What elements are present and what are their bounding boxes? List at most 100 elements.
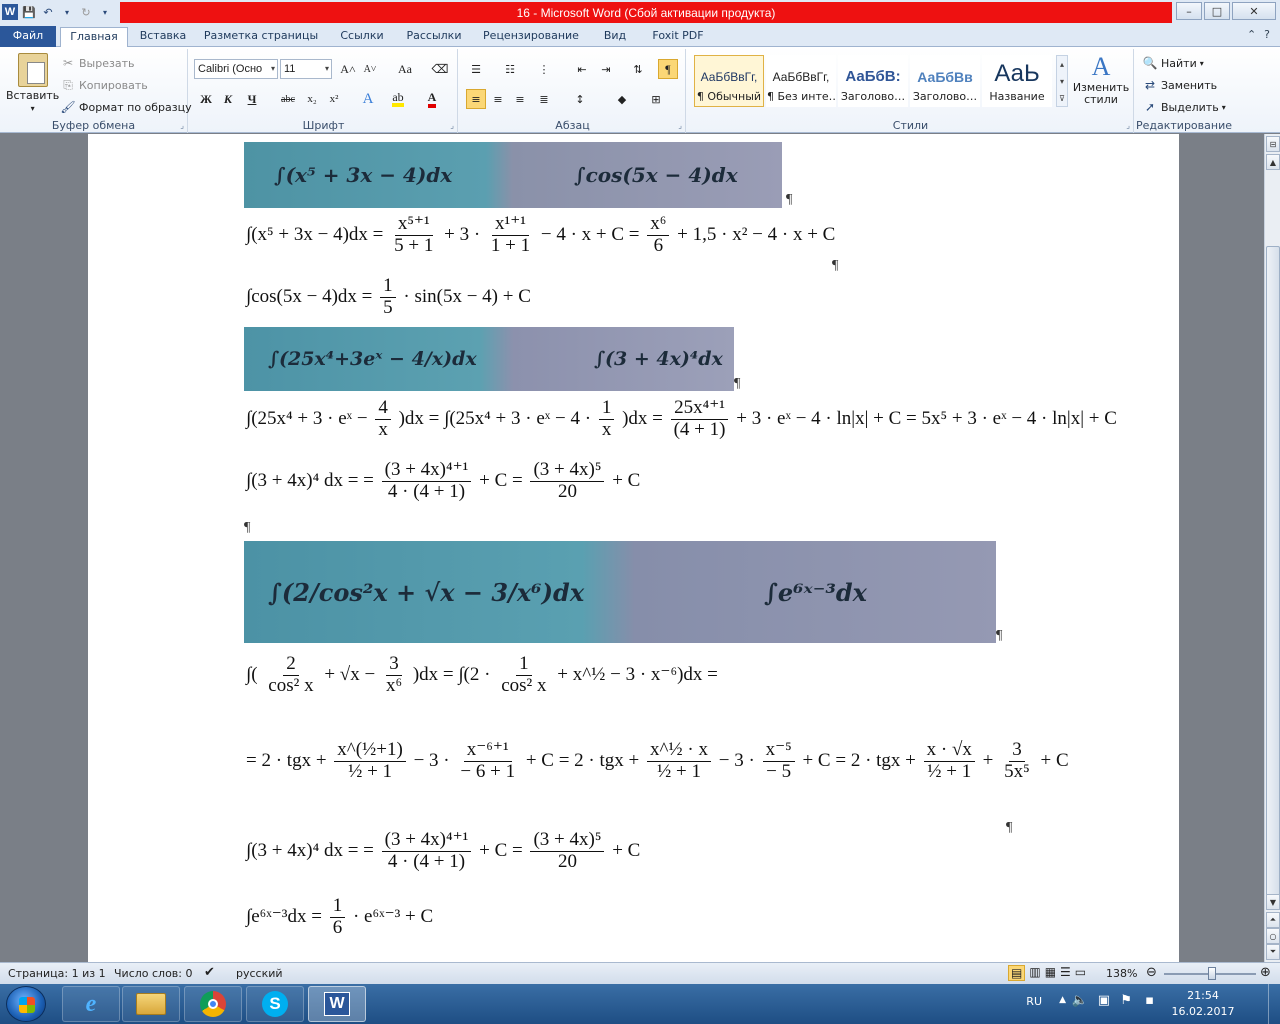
previous-page-icon[interactable]: ⏶ xyxy=(1266,912,1280,928)
scroll-thumb[interactable] xyxy=(1266,246,1280,896)
dialog-launcher-icon[interactable]: ⌟ xyxy=(180,121,184,130)
tab-file[interactable]: Файл xyxy=(0,26,56,47)
borders-icon[interactable]: ⊞ xyxy=(646,89,666,109)
change-styles-button[interactable]: A Изменить стили xyxy=(1072,53,1130,106)
network-icon[interactable]: ▣ xyxy=(1098,993,1110,1008)
bold-button[interactable]: Ж xyxy=(196,89,216,109)
justify-icon[interactable]: ≣ xyxy=(534,89,554,109)
minimize-button[interactable]: – xyxy=(1176,2,1202,20)
tab-mailings[interactable]: Рассылки xyxy=(400,27,468,47)
show-desktop-button[interactable] xyxy=(1268,984,1280,1024)
change-case-button[interactable]: Aa xyxy=(392,59,418,79)
spellcheck-icon[interactable]: ✔ xyxy=(204,965,215,980)
vertical-scrollbar[interactable]: ⊟ ▲ ▼ ⏶ ○ ⏷ xyxy=(1264,134,1280,962)
tab-foxit-pdf[interactable]: Foxit PDF xyxy=(646,27,710,47)
tab-insert[interactable]: Вставка xyxy=(132,27,194,47)
show-formatting-button[interactable]: ¶ xyxy=(658,59,678,79)
format-painter-button[interactable]: 🖌 Формат по образцу xyxy=(60,99,191,115)
full-screen-reading-icon[interactable]: ▥ xyxy=(1029,965,1040,981)
ruler-toggle-icon[interactable]: ⊟ xyxy=(1266,136,1280,152)
shading-icon[interactable]: ◆ xyxy=(612,89,632,109)
copy-button[interactable]: ⎘ Копировать xyxy=(60,77,148,93)
align-left-icon[interactable]: ≡ xyxy=(466,89,486,109)
multilevel-list-icon[interactable]: ⋮ xyxy=(534,59,554,79)
strikethrough-button[interactable]: abc xyxy=(276,89,300,109)
outline-icon[interactable]: ☰ xyxy=(1060,965,1071,981)
increase-indent-icon[interactable]: ⇥ xyxy=(596,59,616,79)
dialog-launcher-icon[interactable]: ⌟ xyxy=(450,121,454,130)
style-heading-2[interactable]: АаБбВв Заголово… xyxy=(910,55,980,107)
taskbar-skype[interactable]: S xyxy=(246,986,304,1022)
clock-time[interactable]: 21:54 xyxy=(1168,989,1238,1002)
dialog-launcher-icon[interactable]: ⌟ xyxy=(1126,121,1130,130)
minimize-ribbon-icon[interactable]: ⌃ xyxy=(1247,28,1256,41)
style-title[interactable]: АаЬ Название xyxy=(982,55,1052,107)
select-button[interactable]: ➚ Выделить ▾ xyxy=(1142,99,1226,115)
line-spacing-icon[interactable]: ↕ xyxy=(570,89,590,109)
style-normal[interactable]: АаБбВвГг, ¶ Обычный xyxy=(694,55,764,107)
style-no-spacing[interactable]: АаБбВвГг, ¶ Без инте… xyxy=(766,55,836,107)
tab-view[interactable]: Вид xyxy=(594,27,636,47)
bullets-icon[interactable]: ☰ xyxy=(466,59,486,79)
text-effects-icon[interactable]: A xyxy=(358,89,378,109)
customize-qat-icon[interactable]: ▾ xyxy=(97,4,113,20)
zoom-slider-thumb[interactable] xyxy=(1208,967,1216,980)
find-button[interactable]: 🔍 Найти ▾ xyxy=(1142,55,1204,71)
undo-icon[interactable]: ↶ xyxy=(40,4,56,20)
word-logo-icon[interactable]: W xyxy=(2,4,18,20)
save-icon[interactable]: 💾 xyxy=(21,4,37,20)
maximize-button[interactable]: □ xyxy=(1204,2,1230,20)
draft-icon[interactable]: ▭ xyxy=(1075,965,1086,981)
tab-home[interactable]: Главная xyxy=(60,27,128,48)
language-indicator[interactable]: русский xyxy=(236,967,283,980)
dropdown-arrow-icon[interactable]: ▾ xyxy=(59,4,75,20)
zoom-level[interactable]: 138% xyxy=(1106,967,1137,980)
device-icon[interactable]: ▪ xyxy=(1145,993,1154,1008)
clear-formatting-icon[interactable]: ⌫ xyxy=(430,59,450,79)
align-center-icon[interactable]: ≡ xyxy=(488,89,508,109)
redo-icon[interactable]: ↻ xyxy=(78,4,94,20)
taskbar-internet-explorer[interactable]: e xyxy=(62,986,120,1022)
document-area[interactable]: ∫(x⁵ + 3x − 4)dx ∫cos(5x − 4)dx ¶ ∫(x⁵ +… xyxy=(0,134,1264,962)
font-color-icon[interactable]: A xyxy=(422,89,442,109)
zoom-in-icon[interactable]: ⊕ xyxy=(1260,965,1271,980)
start-button[interactable] xyxy=(6,986,46,1022)
decrease-indent-icon[interactable]: ⇤ xyxy=(572,59,592,79)
page-count[interactable]: Страница: 1 из 1 xyxy=(8,967,106,980)
volume-icon[interactable]: 🔈 xyxy=(1072,993,1088,1008)
sort-icon[interactable]: ⇅ xyxy=(628,59,648,79)
superscript-button[interactable]: x² xyxy=(324,89,344,109)
font-name-combo[interactable]: Calibri (Осно ▾ xyxy=(194,59,278,79)
tab-references[interactable]: Ссылки xyxy=(330,27,394,47)
taskbar-chrome[interactable] xyxy=(184,986,242,1022)
next-page-icon[interactable]: ⏷ xyxy=(1266,944,1280,960)
scroll-down-icon[interactable]: ▼ xyxy=(1266,894,1280,910)
italic-button[interactable]: К xyxy=(218,89,238,109)
style-heading-1[interactable]: АаБбВ: Заголово… xyxy=(838,55,908,107)
input-language[interactable]: RU xyxy=(1026,995,1042,1008)
styles-scroll[interactable]: ▴ ▾ ⊽ xyxy=(1056,55,1068,107)
taskbar-explorer[interactable] xyxy=(122,986,180,1022)
print-layout-icon[interactable]: ▤ xyxy=(1008,965,1026,981)
tab-review[interactable]: Рецензирование xyxy=(478,27,584,47)
document-page[interactable]: ∫(x⁵ + 3x − 4)dx ∫cos(5x − 4)dx ¶ ∫(x⁵ +… xyxy=(88,134,1179,962)
cut-button[interactable]: ✂ Вырезать xyxy=(60,55,135,71)
taskbar-word[interactable]: W xyxy=(308,986,366,1022)
font-size-combo[interactable]: 11 ▾ xyxy=(280,59,332,79)
grow-font-button[interactable]: A˄ xyxy=(338,59,358,79)
clock-date[interactable]: 16.02.2017 xyxy=(1168,1005,1238,1018)
paste-button[interactable]: Вставить ▾ xyxy=(6,53,59,113)
align-right-icon[interactable]: ≡ xyxy=(510,89,530,109)
underline-button[interactable]: Ч xyxy=(242,89,262,109)
help-icon[interactable]: ? xyxy=(1264,28,1270,41)
word-count[interactable]: Число слов: 0 xyxy=(114,967,193,980)
highlight-color-icon[interactable]: ab xyxy=(388,89,408,109)
close-button[interactable]: ✕ xyxy=(1232,2,1276,20)
scroll-up-icon[interactable]: ▲ xyxy=(1266,154,1280,170)
shrink-font-button[interactable]: A˅ xyxy=(360,59,380,79)
action-center-icon[interactable]: ⚑ xyxy=(1120,993,1132,1008)
zoom-slider[interactable] xyxy=(1164,967,1256,980)
zoom-out-icon[interactable]: ⊖ xyxy=(1146,965,1157,980)
dialog-launcher-icon[interactable]: ⌟ xyxy=(678,121,682,130)
numbering-icon[interactable]: ☷ xyxy=(500,59,520,79)
